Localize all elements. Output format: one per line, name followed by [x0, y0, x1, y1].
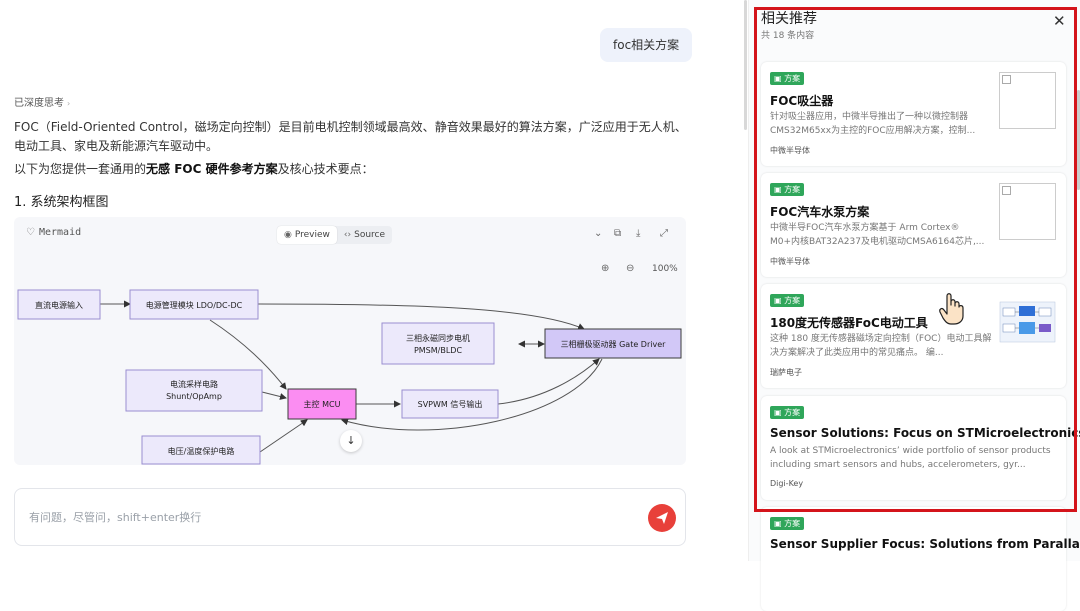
svg-text:SVPWM 信号输出: SVPWM 信号输出: [418, 399, 483, 409]
chat-scrollbar[interactable]: [744, 0, 747, 130]
svg-text:PMSM/BLDC: PMSM/BLDC: [414, 346, 463, 355]
para2-suffix: 及核心技术要点：: [277, 162, 374, 176]
node-gate-driver: 三相栅极驱动器 Gate Driver: [544, 328, 682, 359]
scroll-down-button[interactable]: ↓: [340, 430, 362, 452]
node-current-sense: 电流采样电路 Shunt/OpAmp: [125, 369, 263, 412]
chat-area: foc相关方案 已深度思考 › FOC（Field-Oriented Contro…: [0, 0, 745, 561]
deep-think-toggle[interactable]: 已深度思考 ›: [14, 94, 70, 109]
node-svpwm: SVPWM 信号输出: [401, 389, 499, 419]
chat-input[interactable]: [27, 507, 587, 527]
svg-text:三相永磁同步电机: 三相永磁同步电机: [406, 333, 470, 343]
node-mcu: 主控 MCU: [287, 388, 357, 420]
card-title: Sensor Supplier Focus: Solutions from Pa…: [770, 537, 1080, 551]
node-protection: 电压/温度保护电路: [141, 435, 261, 465]
svg-text:主控 MCU: 主控 MCU: [304, 399, 341, 409]
answer-paragraph-1: FOC（Field-Oriented Control，磁场定向控制）是目前电机控…: [14, 120, 687, 153]
arrow-down-icon: ↓: [346, 434, 356, 447]
node-dc-input: 直流电源输入: [17, 289, 101, 320]
para2-prefix: 以下为您提供一套通用的: [14, 162, 147, 176]
send-icon: [656, 512, 668, 524]
node-power-management: 电源管理模块 LDO/DC-DC: [129, 289, 259, 320]
mermaid-block: ♡ Mermaid ◉ Preview ‹› Source ⌄ ⧉ ⤓ ⤢ ⊕ ⊖ 1…: [14, 217, 686, 465]
section-heading: 1. 系统架构框图: [14, 195, 109, 210]
svg-text:电压/温度保护电路: 电压/温度保护电路: [168, 446, 235, 456]
send-button[interactable]: [648, 504, 676, 532]
svg-text:电源管理模块 LDO/DC-DC: 电源管理模块 LDO/DC-DC: [146, 300, 243, 310]
recommendation-card[interactable]: ▣ 方案 Sensor Supplier Focus: Solutions fr…: [761, 507, 1080, 611]
svg-text:三相栅极驱动器 Gate Driver: 三相栅极驱动器 Gate Driver: [561, 339, 667, 349]
svg-text:Shunt/OpAmp: Shunt/OpAmp: [166, 392, 222, 401]
svg-text:直流电源输入: 直流电源输入: [35, 300, 83, 310]
deep-think-label: 已深度思考: [14, 98, 64, 109]
node-motor: 三相永磁同步电机 PMSM/BLDC: [381, 322, 495, 365]
tag-label: 方案: [784, 519, 801, 528]
architecture-diagram: 直流电源输入 电源管理模块 LDO/DC-DC 三相永磁同步电机 PMSM/BL…: [17, 289, 682, 465]
chevron-right-icon: ›: [67, 99, 71, 108]
svg-text:电流采样电路: 电流采样电路: [170, 379, 218, 389]
chat-input-box: [14, 488, 686, 546]
highlight-box: [754, 7, 1077, 512]
para2-bold: 无感 FOC 硬件参考方案: [146, 162, 278, 176]
tag-badge: ▣ 方案: [770, 517, 805, 530]
user-message: foc相关方案: [600, 28, 693, 62]
answer-paragraph-2: 以下为您提供一套通用的无感 FOC 硬件参考方案及核心技术要点：: [14, 160, 694, 178]
